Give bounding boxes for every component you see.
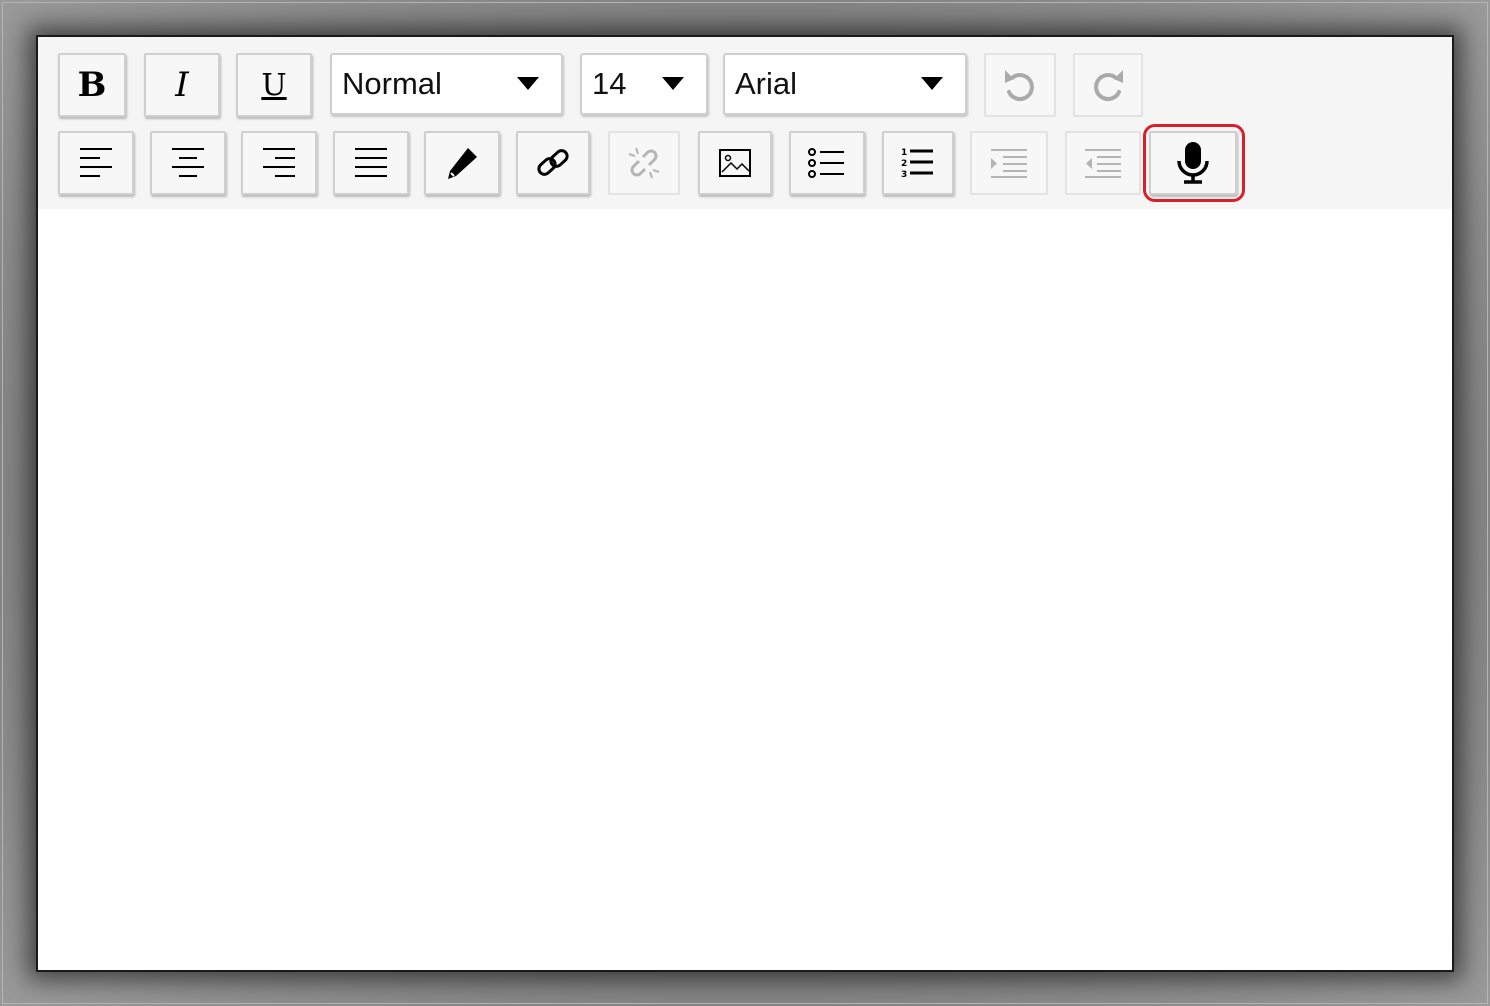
link-icon xyxy=(537,149,569,176)
redo-button[interactable] xyxy=(1073,53,1143,117)
numbered-list-button[interactable]: 123 xyxy=(882,131,954,195)
align-justify-icon xyxy=(355,148,387,177)
svg-text:2: 2 xyxy=(901,159,907,169)
unlink-icon xyxy=(628,147,660,179)
paragraph-style-select[interactable]: Normal xyxy=(330,53,563,115)
chevron-down-icon xyxy=(662,77,684,90)
insert-image-button[interactable] xyxy=(698,131,772,195)
align-justify-button[interactable] xyxy=(333,131,409,195)
indent-icon xyxy=(991,149,1027,178)
underline-button[interactable]: U xyxy=(236,53,312,117)
align-right-button[interactable] xyxy=(241,131,317,195)
font-family-select[interactable]: Arial xyxy=(723,53,967,115)
align-center-button[interactable] xyxy=(150,131,226,195)
align-right-icon xyxy=(263,148,295,177)
font-size-value: 14 xyxy=(592,66,627,101)
italic-button[interactable]: I xyxy=(144,53,220,117)
underline-label: U xyxy=(261,67,287,103)
bullet-list-button[interactable] xyxy=(789,131,865,195)
align-left-icon xyxy=(80,148,112,177)
rich-text-editor: B I U Normal 14 Arial 1 2 3 xyxy=(36,35,1454,972)
image-icon xyxy=(719,149,751,177)
redo-icon xyxy=(1094,70,1123,101)
indent-button[interactable] xyxy=(970,131,1048,195)
align-left-button[interactable] xyxy=(58,131,134,195)
numbered-list-icon: 123 xyxy=(901,148,933,180)
font-size-select[interactable]: 14 xyxy=(580,53,708,115)
outdent-icon xyxy=(1085,149,1121,178)
chevron-down-icon xyxy=(921,77,943,90)
editor-toolbar: B I U Normal 14 Arial 1 2 3 xyxy=(38,37,1452,209)
svg-text:3: 3 xyxy=(901,170,907,180)
pen-icon xyxy=(448,148,477,179)
insert-link-button[interactable] xyxy=(516,131,590,195)
editor-content-area[interactable] xyxy=(38,209,1452,970)
text-color-button[interactable] xyxy=(424,131,500,195)
chevron-down-icon xyxy=(517,77,539,90)
bold-label: B xyxy=(77,65,107,105)
align-center-icon xyxy=(172,148,204,177)
undo-button[interactable] xyxy=(984,53,1056,117)
highlight-outline xyxy=(1143,124,1245,202)
paragraph-style-value: Normal xyxy=(342,66,442,101)
font-family-value: Arial xyxy=(735,66,798,101)
italic-label: I xyxy=(175,65,189,105)
outdent-button[interactable] xyxy=(1065,131,1141,195)
svg-text:1: 1 xyxy=(901,148,907,158)
unlink-button[interactable] xyxy=(608,131,680,195)
bold-button[interactable]: B xyxy=(58,53,126,117)
undo-icon xyxy=(1005,70,1034,101)
bullet-list-icon xyxy=(808,148,844,178)
